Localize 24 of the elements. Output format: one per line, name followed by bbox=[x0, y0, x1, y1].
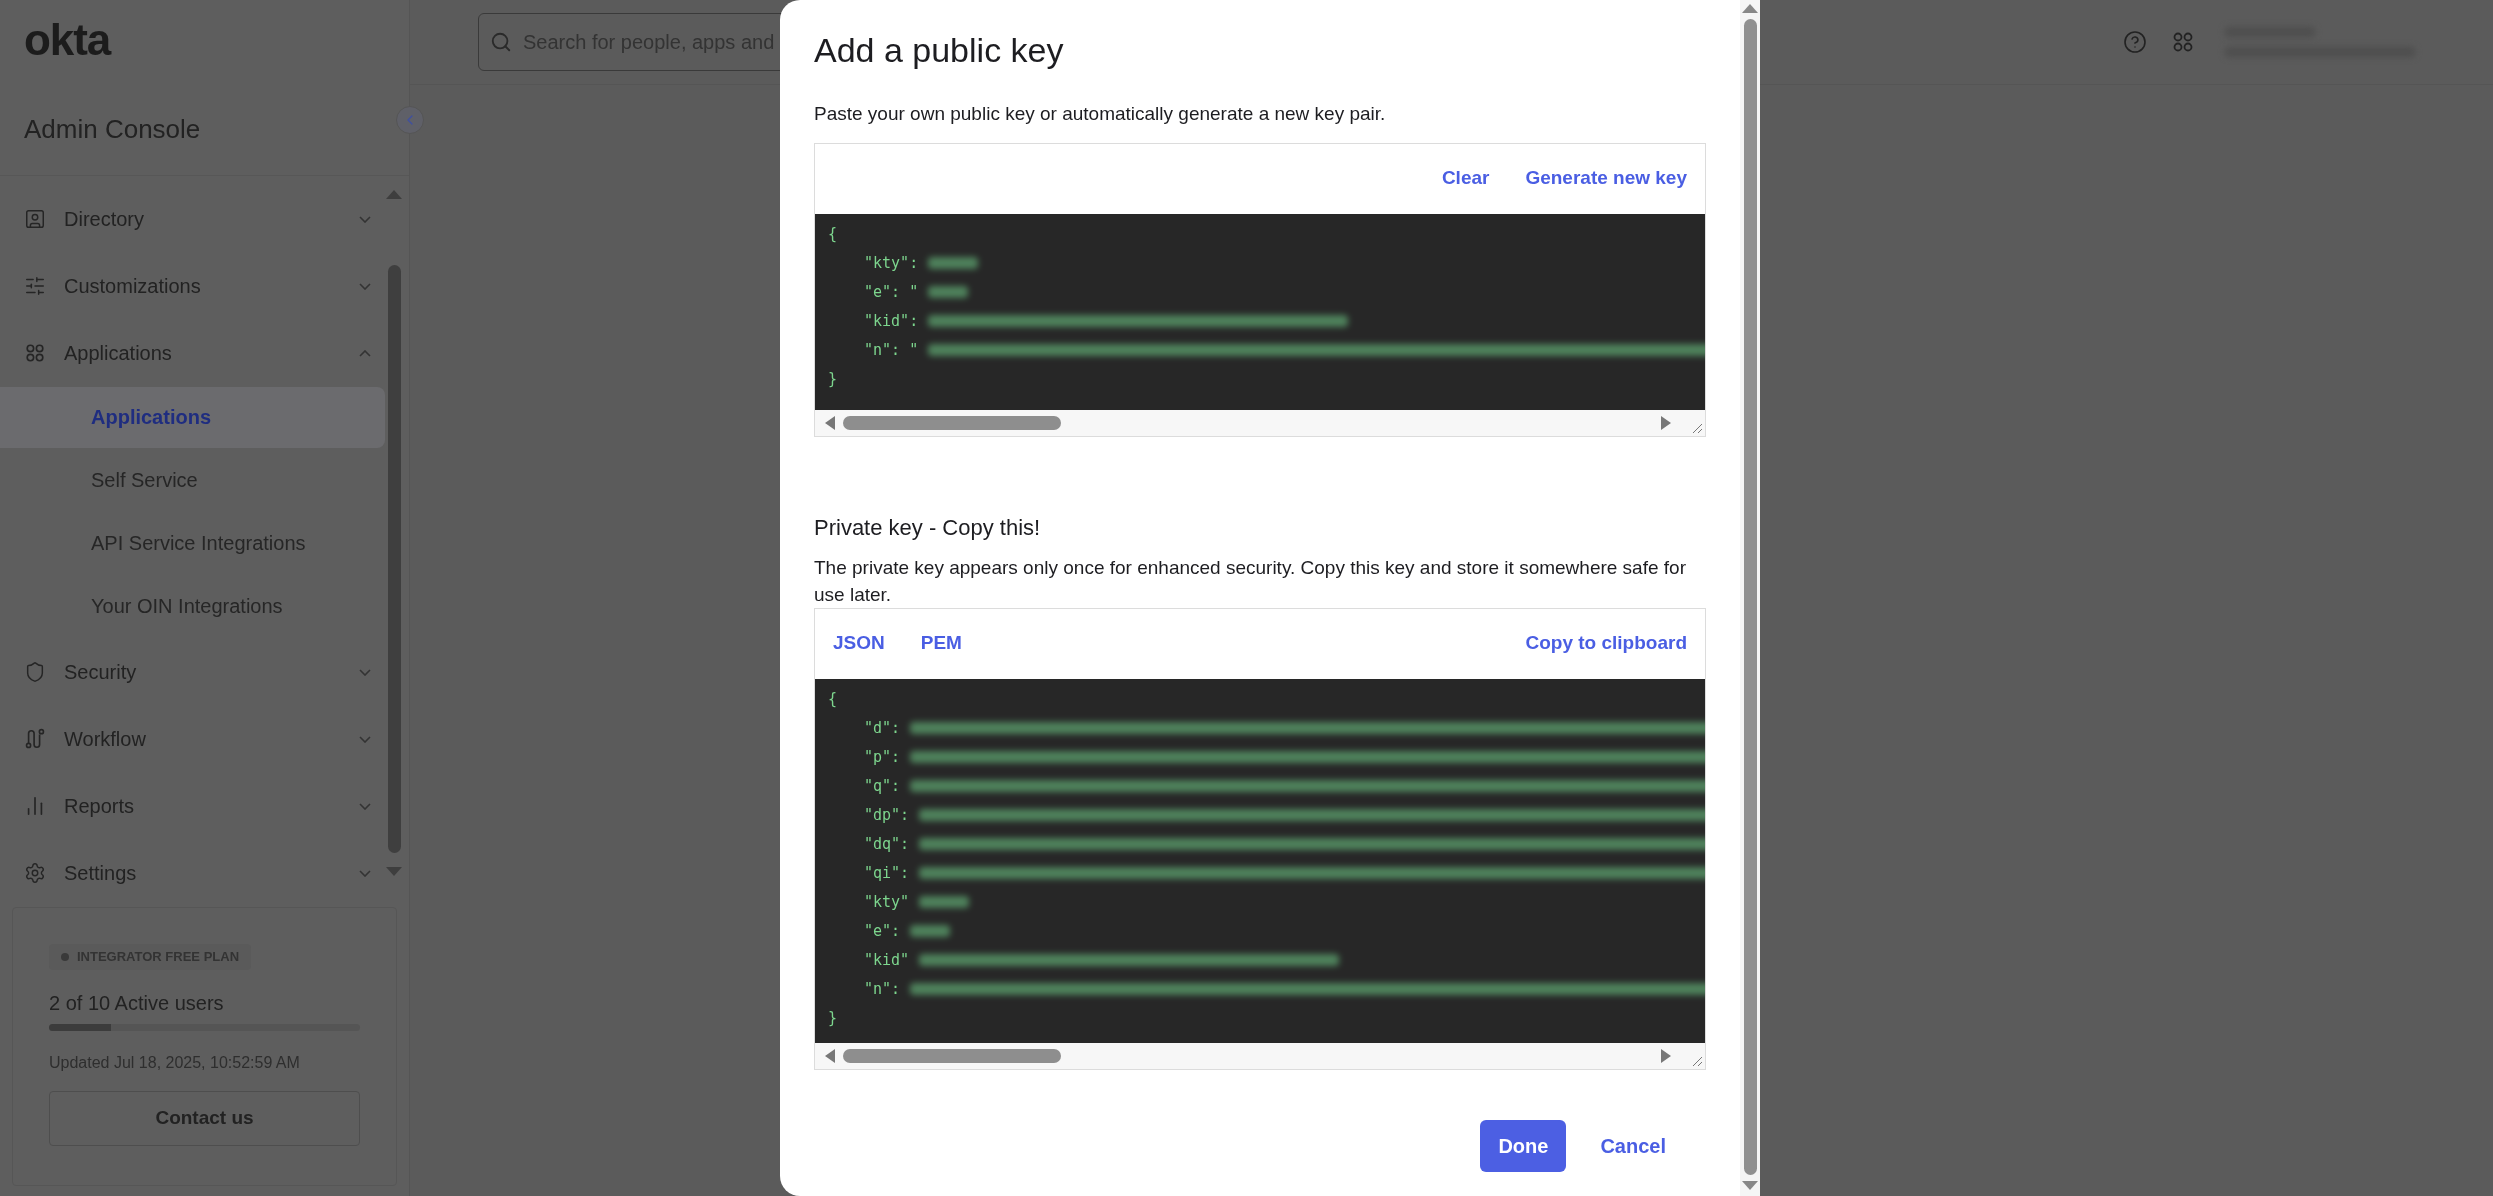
code-line: "kty" bbox=[864, 891, 910, 913]
code-line: "e": " bbox=[864, 281, 919, 303]
modal-title: Add a public key bbox=[814, 30, 1065, 71]
modal-description: Paste your own public key or automatically generate a new key pair. bbox=[814, 102, 1387, 126]
code-line: "kty": bbox=[864, 252, 919, 274]
code-line: "n": " bbox=[864, 339, 919, 361]
code-line: { bbox=[828, 223, 838, 245]
console-title: Admin Console bbox=[23, 113, 202, 146]
active-users-text: 2 of 10 Active users bbox=[49, 991, 225, 1016]
code-line: "p": bbox=[864, 746, 901, 768]
code-line: "e": bbox=[864, 920, 901, 942]
private-key-heading: Private key - Copy this! bbox=[814, 513, 1042, 542]
code-line: } bbox=[828, 368, 838, 390]
code-line: "kid": bbox=[864, 310, 919, 332]
code-line: } bbox=[828, 1007, 838, 1029]
private-key-description: The private key appears only once for enhanced security. Copy this key and store it somewhere safe for use later. bbox=[814, 555, 1687, 607]
code-line: "d": bbox=[864, 717, 901, 739]
code-line: "kid" bbox=[864, 949, 910, 971]
code-line: "qi": bbox=[864, 862, 910, 884]
code-line: { bbox=[828, 688, 838, 710]
code-line: "dq": bbox=[864, 833, 910, 855]
code-line: "q": bbox=[864, 775, 901, 797]
code-line: "n": bbox=[864, 978, 901, 1000]
code-line: "dp": bbox=[864, 804, 910, 826]
